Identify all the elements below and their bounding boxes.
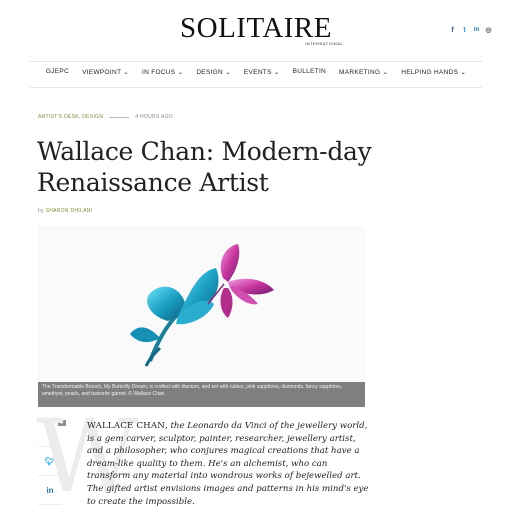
nav-label: DESIGN [196,69,224,76]
feature-image [38,226,365,386]
facebook-icon[interactable]: f [449,27,456,34]
body-text: , the Leonardo da Vinci of the jewellery… [87,421,369,507]
nav-divider [30,87,482,88]
nav-item-marketing[interactable]: MARKETING ⌄ [339,68,388,76]
nav-item-viewpoint[interactable]: VIEWPOINT ⌄ [82,68,129,76]
chevron-down-icon: ⌄ [460,69,467,76]
chevron-down-icon: ⌄ [177,69,184,76]
nav-label: EVENTS [243,69,272,76]
instagram-icon[interactable]: ◎ [485,27,492,34]
nav-label: GJEPC [45,68,70,75]
byline: by SHARON DHILANI [38,208,92,214]
nav-label: HELPING HANDS [401,69,459,76]
site-logo[interactable]: SOLITAIRE [0,13,512,43]
post-time: 4 HOURS AGO [135,114,173,120]
chevron-down-icon: ⌄ [123,69,129,76]
twitter-icon[interactable]: t [461,27,468,34]
header-divider [30,61,482,62]
body-lead: WALLACE CHAN [87,421,166,431]
article-title: Wallace Chan: Modern-day Renaissance Art… [37,137,372,197]
author-link[interactable]: SHARON DHILANI [46,208,93,214]
logo-text: SOLITAIRE [180,12,332,44]
meta-divider [109,116,130,118]
nav-item-bulletin[interactable]: BULLETIN [293,68,326,76]
chevron-down-icon: ⌄ [225,69,231,76]
social-links: f t in ◎ [449,27,492,34]
category-links[interactable]: ARTIST'S DESK, DESIGN [38,114,103,120]
nav-item-events[interactable]: EVENTS ⌄ [244,68,280,76]
logo-subtitle: INTERNATIONAL [305,41,344,46]
brooch-illustration [130,244,274,367]
chevron-down-icon: ⌄ [382,69,389,76]
nav-item-gjepc[interactable]: GJEPC [46,68,69,76]
nav-item-in-focus[interactable]: IN FOCUS ⌄ [142,68,183,76]
linkedin-icon[interactable]: in [473,27,480,34]
nav-label: MARKETING [339,69,381,76]
main-nav: GJEPC VIEWPOINT ⌄ IN FOCUS ⌄ DESIGN ⌄ EV… [0,68,512,76]
nav-label: IN FOCUS [141,69,176,76]
chevron-down-icon: ⌄ [273,69,280,76]
nav-label: BULLETIN [292,68,327,75]
nav-item-helping-hands[interactable]: HELPING HANDS ⌄ [401,68,466,76]
article-body: WALLACE CHAN, the Leonardo da Vinci of t… [87,420,372,508]
nav-label: VIEWPOINT [82,69,122,76]
article-meta: ARTIST'S DESK, DESIGN 4 HOURS AGO [38,114,173,120]
byline-prefix: by [38,208,44,214]
nav-item-design[interactable]: DESIGN ⌄ [196,68,231,76]
